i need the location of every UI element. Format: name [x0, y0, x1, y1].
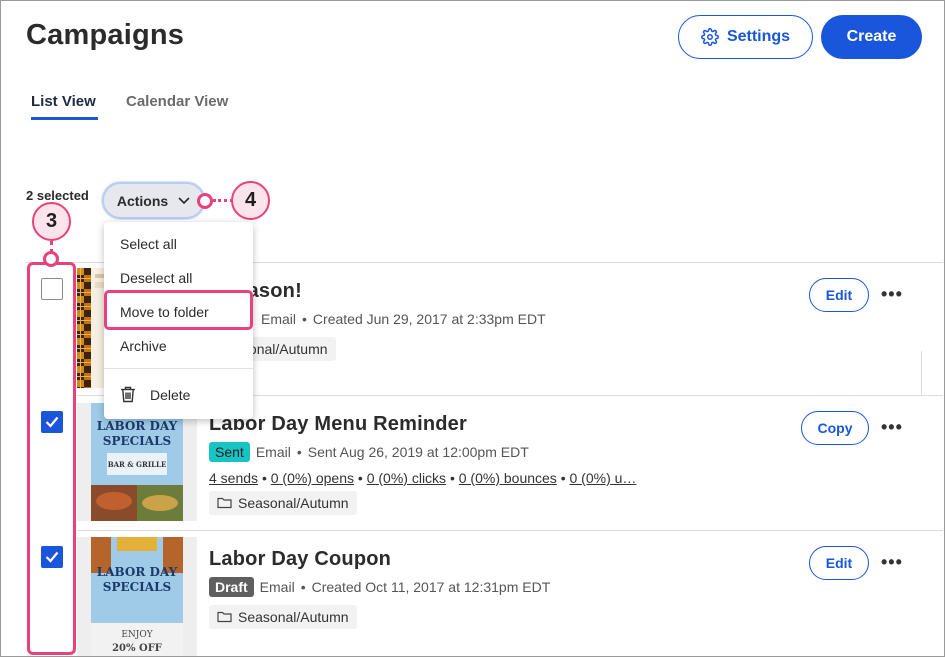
- campaign-stats: 4 sends • 0 (0%) opens • 0 (0%) clicks •…: [209, 470, 637, 486]
- menu-item-select-all[interactable]: Select all: [120, 236, 177, 252]
- app-frame: Campaigns Settings Create List View Cale…: [0, 0, 945, 657]
- campaign-meta: Draft Email • Created Oct 11, 2017 at 12…: [209, 577, 550, 597]
- opens-link[interactable]: 0 (0%) opens: [271, 470, 354, 486]
- copy-button[interactable]: Copy: [801, 411, 869, 445]
- callout-step-3: 3: [32, 202, 71, 241]
- campaign-meta: Sent Email • Sent Aug 26, 2019 at 12:00p…: [209, 442, 529, 462]
- menu-divider: [104, 368, 253, 369]
- callout-anchor-dot: [43, 251, 59, 267]
- row-edge: [921, 351, 922, 396]
- settings-label: Settings: [726, 28, 791, 45]
- chevron-down-icon: [178, 196, 190, 204]
- actions-dropdown-button[interactable]: Actions: [102, 182, 205, 219]
- menu-item-deselect-all[interactable]: Deselect all: [120, 270, 192, 286]
- folder-tag[interactable]: Seasonal/Autumn: [209, 605, 357, 629]
- more-horizontal-icon[interactable]: •••: [881, 284, 903, 305]
- selected-count: 2 selected: [26, 188, 89, 203]
- sends-link[interactable]: 4 sends: [209, 470, 258, 486]
- edit-button[interactable]: Edit: [809, 546, 869, 580]
- delete-label: Delete: [150, 386, 191, 403]
- campaign-type: Email: [255, 444, 291, 460]
- row-divider: [77, 530, 943, 531]
- folder-icon: [217, 497, 232, 509]
- create-button[interactable]: Create: [821, 15, 922, 59]
- more-horizontal-icon[interactable]: •••: [881, 552, 903, 573]
- unsubscribes-link[interactable]: 0 (0%) u…: [570, 470, 637, 486]
- move-to-folder-highlight: [104, 290, 253, 330]
- thumbnail-heading: LABOR DAY: [96, 419, 178, 433]
- callout-connector: [213, 199, 233, 202]
- callout-step-4: 4: [231, 181, 270, 220]
- tab-calendar-view[interactable]: Calendar View: [126, 93, 228, 110]
- callout-anchor-dot: [197, 193, 213, 209]
- actions-menu: Select all Deselect all Move to folder A…: [104, 222, 253, 419]
- clicks-link[interactable]: 0 (0%) clicks: [367, 470, 446, 486]
- tab-list-view[interactable]: List View: [31, 93, 96, 110]
- campaign-date: Created Jun 29, 2017 at 2:33pm EDT: [312, 311, 546, 327]
- actions-label: Actions: [116, 192, 169, 209]
- active-tab-indicator: [31, 117, 98, 120]
- status-badge: Sent: [209, 442, 250, 462]
- settings-button[interactable]: Settings: [678, 15, 813, 59]
- folder-icon: [217, 611, 232, 623]
- more-horizontal-icon[interactable]: •••: [881, 417, 903, 438]
- campaign-type: Email: [261, 311, 297, 327]
- campaign-thumbnail: LABOR DAY SPECIALS BAR & GRILLE: [77, 403, 197, 521]
- campaign-date: Created Oct 11, 2017 at 12:31pm EDT: [311, 579, 551, 595]
- folder-label: Seasonal/Autumn: [238, 609, 349, 625]
- campaign-meta: Email • Created Jun 29, 2017 at 2:33pm E…: [261, 311, 546, 327]
- trash-icon: [121, 386, 135, 403]
- status-badge: Draft: [209, 577, 254, 597]
- menu-item-archive[interactable]: Archive: [120, 338, 167, 354]
- bounces-link[interactable]: 0 (0%) bounces: [459, 470, 557, 486]
- campaign-type: Email: [259, 579, 295, 595]
- campaign-thumbnail: LABOR DAY SPECIALS ENJOY 20% OFF: [77, 537, 197, 656]
- edit-button[interactable]: Edit: [809, 278, 869, 312]
- campaign-title[interactable]: Labor Day Coupon: [209, 548, 391, 571]
- folder-label: Seasonal/Autumn: [238, 495, 349, 511]
- thumbnail-subheading: SPECIALS: [102, 580, 172, 594]
- thumbnail-subheading: SPECIALS: [102, 434, 172, 448]
- campaign-date: Sent Aug 26, 2019 at 12:00pm EDT: [307, 444, 529, 460]
- folder-tag[interactable]: Seasonal/Autumn: [209, 491, 357, 515]
- checkbox-column-highlight: [27, 262, 76, 655]
- gear-icon: [701, 28, 719, 46]
- menu-item-delete[interactable]: Delete: [120, 386, 190, 403]
- thumbnail-logo: BAR & GRILLE: [107, 460, 167, 469]
- thumbnail-heading: LABOR DAY: [96, 565, 178, 579]
- page-title: Campaigns: [26, 19, 185, 51]
- thumbnail-offer-value: 20% OFF: [112, 643, 162, 654]
- thumbnail-offer: ENJOY: [121, 630, 153, 640]
